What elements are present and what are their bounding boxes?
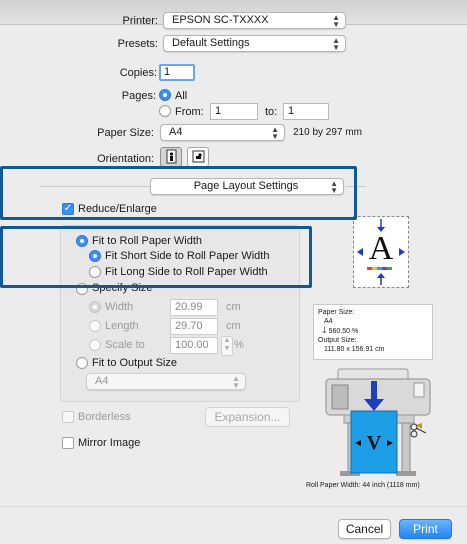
specify-size-label: Specify Size [92, 282, 153, 294]
paper-size-label: Paper Size: [97, 127, 154, 139]
fit-short-side-label: Fit Short Side to Roll Paper Width [105, 250, 270, 262]
mirror-image-label: Mirror Image [78, 437, 141, 449]
info-paper-size-value: A4 [324, 318, 333, 325]
bottom-separator [0, 506, 467, 507]
pages-all-label: All [175, 90, 188, 102]
pages-to-label: to: [265, 106, 278, 118]
pages-to-input[interactable]: 1 [283, 103, 329, 120]
info-output-size-label: Output Size: [318, 337, 357, 344]
reduce-enlarge-checkbox[interactable]: ✓ [62, 203, 74, 215]
fit-short-side-radio[interactable] [89, 250, 101, 262]
printer-illustration-icon: V [325, 368, 431, 476]
presets-value: Default Settings [172, 37, 250, 49]
fit-long-side-radio[interactable] [89, 266, 101, 278]
portrait-orientation-button[interactable] [160, 147, 182, 167]
copies-label: Copies: [119, 67, 157, 79]
scale-label: Scale to [105, 339, 145, 351]
specify-size-radio[interactable] [76, 283, 88, 295]
borderless-checkbox[interactable] [62, 411, 74, 423]
pages-from-label: From: [175, 106, 204, 118]
info-scale-value: 560.50 % [328, 328, 359, 335]
paper-size-dims: 210 by 297 mm [293, 127, 362, 138]
printer-popup[interactable]: EPSON SC-TXXXX ▲ ▼ [163, 12, 346, 29]
scale-stepper[interactable]: ▲ ▼ [221, 336, 233, 356]
print-button[interactable]: Print [399, 519, 452, 539]
paper-size-popup[interactable]: A4 ▲ ▼ [160, 124, 285, 141]
separator-left [40, 186, 150, 187]
paper-size-value: A4 [169, 126, 183, 138]
portrait-icon [166, 149, 177, 164]
reduce-enlarge-label: Reduce/Enlarge [78, 203, 157, 215]
mirror-image-checkbox[interactable] [62, 437, 74, 449]
pages-from-radio[interactable] [159, 105, 171, 117]
presets-label: Presets: [117, 38, 158, 50]
printer-label: Printer: [122, 15, 158, 27]
fit-output-popup[interactable]: A4 ▲ ▼ [86, 373, 246, 390]
length-unit: cm [226, 320, 241, 332]
updown-arrows-icon: ▲ ▼ [332, 12, 340, 29]
fit-long-side-label: Fit Long Side to Roll Paper Width [105, 266, 268, 278]
updown-arrows-icon: ▲ ▼ [330, 178, 338, 195]
cancel-button[interactable]: Cancel [338, 519, 391, 539]
pages-all-radio[interactable] [159, 89, 171, 101]
separator-right [346, 186, 366, 187]
page-preview: A [353, 216, 409, 288]
printer-value: EPSON SC-TXXXX [172, 14, 269, 26]
info-paper-size-label: Paper Size: [318, 309, 355, 316]
landscape-orientation-button[interactable] [187, 147, 209, 167]
panel-popup[interactable]: Page Layout Settings ▲ ▼ [150, 178, 344, 195]
expansion-button[interactable]: Expansion... [205, 407, 290, 427]
fit-roll-label: Fit to Roll Paper Width [92, 235, 203, 247]
borderless-label: Borderless [78, 411, 131, 423]
copies-input[interactable]: 1 [159, 64, 195, 81]
width-input[interactable]: 20.99 [170, 299, 218, 316]
scale-radio[interactable] [89, 339, 101, 351]
fit-output-radio[interactable] [76, 357, 88, 369]
preview-letter: A [368, 230, 394, 267]
down-arrow-icon: 🡓 [322, 325, 327, 335]
roll-paper-width: Roll Paper Width: 44 inch (1118 mm) [306, 482, 420, 489]
scale-percent: % [234, 339, 244, 351]
fit-output-label: Fit to Output Size [92, 357, 177, 369]
orientation-label: Orientation: [97, 153, 154, 165]
panel-value: Page Layout Settings [193, 180, 299, 192]
length-radio[interactable] [89, 320, 101, 332]
length-label: Length [105, 320, 139, 332]
updown-arrows-icon: ▲ ▼ [232, 373, 240, 390]
fit-output-value: A4 [95, 375, 109, 387]
svg-text:V: V [367, 432, 382, 454]
scale-input[interactable]: 100.00 [170, 337, 218, 354]
landscape-icon [192, 150, 205, 163]
info-box: Paper Size: A4 🡓 560.50 % Output Size: 1… [313, 304, 433, 360]
info-output-size-value: 111.80 x 156.91 cm [324, 346, 385, 353]
updown-arrows-icon: ▲ ▼ [332, 35, 340, 52]
width-unit: cm [226, 301, 241, 313]
width-label: Width [105, 301, 134, 313]
width-radio[interactable] [89, 301, 101, 313]
pages-label: Pages: [121, 90, 156, 102]
pages-from-input[interactable]: 1 [210, 103, 258, 120]
fit-roll-radio[interactable] [76, 235, 88, 247]
updown-arrows-icon: ▲ ▼ [271, 124, 279, 141]
presets-popup[interactable]: Default Settings ▲ ▼ [163, 35, 346, 52]
length-input[interactable]: 29.70 [170, 318, 218, 335]
